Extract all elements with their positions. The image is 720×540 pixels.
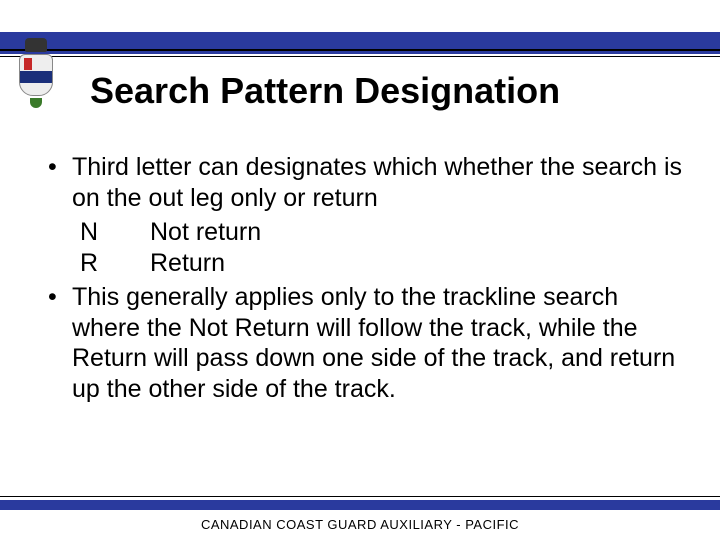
definition-row-r: R Return [80, 248, 684, 279]
bottom-rule-thin [0, 496, 720, 497]
top-rule-thick [0, 49, 720, 51]
footer-text: CANADIAN COAST GUARD AUXILIARY - PACIFIC [0, 517, 720, 532]
slide-body: Third letter can designates which whethe… [44, 152, 684, 408]
bullet-2: This generally applies only to the track… [44, 282, 684, 404]
definition-label: Not return [150, 217, 261, 248]
slide: Search Pattern Designation Third letter … [0, 0, 720, 540]
bullet-1: Third letter can designates which whethe… [44, 152, 684, 213]
bottom-accent-band [0, 500, 720, 510]
top-rule-thin [0, 56, 720, 57]
definition-row-n: N Not return [80, 217, 684, 248]
definition-code: N [80, 217, 150, 248]
definition-list: N Not return R Return [80, 217, 684, 278]
slide-title: Search Pattern Designation [90, 70, 690, 112]
definition-label: Return [150, 248, 225, 279]
definition-code: R [80, 248, 150, 279]
ccga-crest-icon [14, 38, 58, 112]
